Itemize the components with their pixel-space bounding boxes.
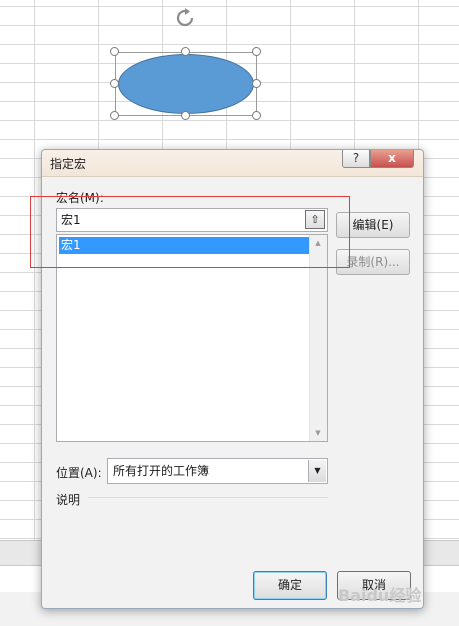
help-icon[interactable]: ? bbox=[342, 150, 370, 168]
description-label: 说明 bbox=[56, 493, 81, 507]
watermark: Baidu经验 bbox=[338, 586, 422, 605]
description-divider bbox=[88, 497, 328, 498]
location-label: 位置(A): bbox=[56, 466, 102, 480]
resize-handle-left[interactable] bbox=[110, 79, 119, 88]
chevron-down-icon[interactable]: ▼ bbox=[308, 460, 326, 482]
resize-handle-top-right[interactable] bbox=[252, 47, 261, 56]
resize-handle-top-left[interactable] bbox=[110, 47, 119, 56]
resize-handle-bottom[interactable] bbox=[181, 111, 190, 120]
location-value: 所有打开的工作簿 bbox=[113, 464, 210, 478]
selected-ellipse-shape[interactable] bbox=[110, 47, 261, 120]
close-icon[interactable]: x bbox=[370, 150, 414, 168]
resize-handle-top[interactable] bbox=[181, 47, 190, 56]
scroll-down-icon[interactable]: ▼ bbox=[310, 429, 326, 437]
ok-button[interactable]: 确定 bbox=[253, 571, 327, 600]
dialog-title: 指定宏 bbox=[50, 157, 87, 171]
resize-handle-bottom-right[interactable] bbox=[252, 111, 261, 120]
selection-frame bbox=[115, 52, 257, 116]
resize-handle-bottom-left[interactable] bbox=[110, 111, 119, 120]
annotation-highlight-box bbox=[30, 196, 350, 268]
resize-handle-right[interactable] bbox=[252, 79, 261, 88]
rotate-handle-icon[interactable] bbox=[174, 6, 198, 30]
dialog-titlebar[interactable]: 指定宏 ? x bbox=[42, 150, 423, 177]
location-select[interactable]: 所有打开的工作簿 ▼ bbox=[107, 458, 328, 484]
